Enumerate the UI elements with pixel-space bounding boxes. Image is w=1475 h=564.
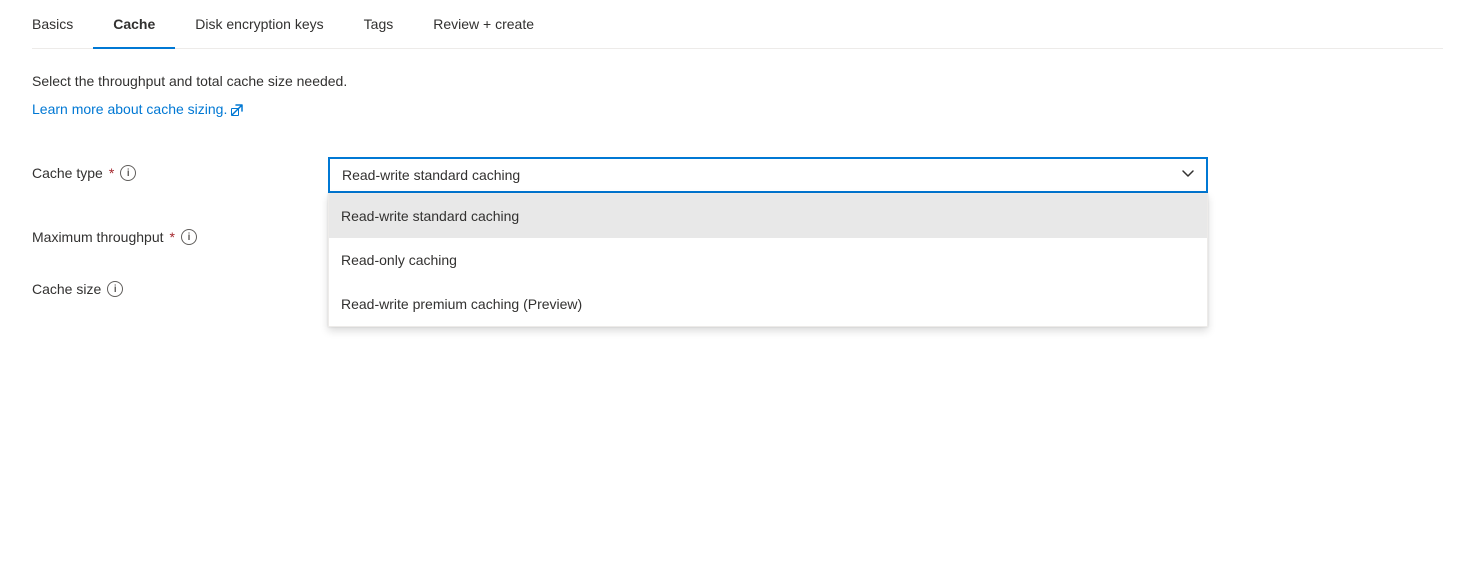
cache-type-required: * xyxy=(109,165,114,181)
cache-type-row: Cache type * i Read-write standard cachi… xyxy=(32,157,1443,193)
cache-size-info-icon[interactable]: i xyxy=(107,281,123,297)
dropdown-option-ro-caching[interactable]: Read-only caching xyxy=(329,238,1207,282)
page-description: Select the throughput and total cache si… xyxy=(32,73,1443,89)
chevron-down-icon xyxy=(1180,166,1196,185)
maximum-throughput-info-icon[interactable]: i xyxy=(181,229,197,245)
cache-type-dropdown-container: Read-write standard caching Read-write s… xyxy=(328,157,1208,193)
learn-more-text: Learn more about cache sizing. xyxy=(32,101,227,117)
tab-review-create[interactable]: Review + create xyxy=(413,0,554,48)
dropdown-option-rw-premium[interactable]: Read-write premium caching (Preview) xyxy=(329,282,1207,326)
cache-size-label: Cache size xyxy=(32,281,101,297)
cache-type-label: Cache type xyxy=(32,165,103,181)
dropdown-option-rw-standard[interactable]: Read-write standard caching xyxy=(329,194,1207,238)
tab-disk-encryption-keys[interactable]: Disk encryption keys xyxy=(175,0,343,48)
cache-type-dropdown-menu: Read-write standard caching Read-only ca… xyxy=(328,193,1208,327)
cache-type-info-icon[interactable]: i xyxy=(120,165,136,181)
form-section: Cache type * i Read-write standard cachi… xyxy=(32,157,1443,297)
maximum-throughput-label: Maximum throughput xyxy=(32,229,164,245)
cache-type-dropdown-trigger[interactable]: Read-write standard caching xyxy=(328,157,1208,193)
cache-size-label-container: Cache size i xyxy=(32,273,312,297)
learn-more-link[interactable]: Learn more about cache sizing. xyxy=(32,101,243,117)
tab-cache[interactable]: Cache xyxy=(93,0,175,48)
maximum-throughput-label-container: Maximum throughput * i xyxy=(32,221,312,245)
tab-basics[interactable]: Basics xyxy=(32,0,93,48)
cache-type-label-container: Cache type * i xyxy=(32,157,312,181)
external-link-icon xyxy=(231,103,243,115)
maximum-throughput-required: * xyxy=(170,229,175,245)
tabs-nav: Basics Cache Disk encryption keys Tags R… xyxy=(32,0,1443,49)
tab-tags[interactable]: Tags xyxy=(344,0,414,48)
cache-type-selected-value: Read-write standard caching xyxy=(342,167,520,183)
